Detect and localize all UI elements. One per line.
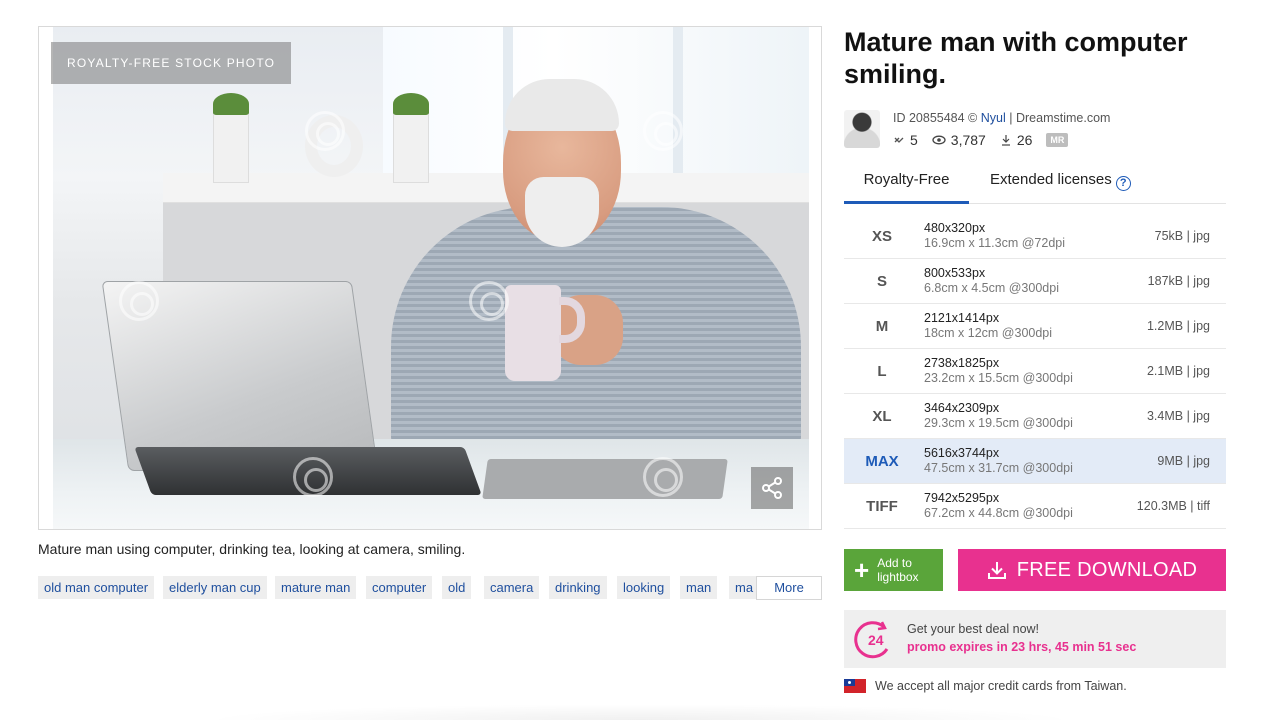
download-icon <box>987 562 1006 579</box>
watermark-icon <box>469 281 509 321</box>
size-option-row[interactable]: XL 3464x2309px 29.3cm x 19.5cm @300dpi 3… <box>844 394 1226 439</box>
downloads-stat: 26 <box>1000 132 1032 148</box>
size-file-info: 2.1MB | jpg <box>1146 364 1210 378</box>
site-name: | Dreamstime.com <box>1009 111 1111 125</box>
svg-text:24: 24 <box>868 632 884 648</box>
watermark-icon <box>305 111 345 151</box>
size-code: M <box>875 318 889 335</box>
taiwan-flag-icon <box>844 679 866 693</box>
likes-stat: 5 <box>893 132 918 148</box>
promo-countdown: promo expires in 23 hrs, 45 min 51 sec <box>907 640 1137 654</box>
size-option-row[interactable]: M 2121x1414px 18cm x 12cm @300dpi 1.2MB … <box>844 304 1226 349</box>
stock-photo[interactable] <box>53 27 809 529</box>
add-to-lightbox-button[interactable]: + Add to lightbox <box>844 549 943 591</box>
license-tabs: Royalty-Free Extended licenses? <box>844 163 1226 204</box>
watermark-icon <box>643 111 683 151</box>
size-option-row[interactable]: L 2738x1825px 23.2cm x 15.5cm @300dpi 2.… <box>844 349 1226 394</box>
tag-link[interactable]: camera <box>484 576 540 599</box>
watermark-icon <box>643 457 683 497</box>
watermark-icon <box>293 457 333 497</box>
size-code: MAX <box>865 453 899 470</box>
tag-link[interactable]: mature man <box>275 576 357 599</box>
size-option-row[interactable]: TIFF 7942x5295px 67.2cm x 44.8cm @300dpi… <box>844 484 1226 529</box>
size-option-row[interactable]: XS 480x320px 16.9cm x 11.3cm @72dpi 75kB… <box>844 214 1226 259</box>
size-pixels: 480x320px <box>924 221 986 235</box>
tag-link[interactable]: old <box>442 576 472 599</box>
size-code: TIFF <box>866 498 898 515</box>
size-print-dimensions: 47.5cm x 31.7cm @300dpi <box>924 461 1073 475</box>
size-file-info: 187kB | jpg <box>1147 274 1210 288</box>
image-stats: 5 3,787 26 MR <box>893 132 1069 148</box>
size-file-info: 9MB | jpg <box>1157 454 1210 468</box>
size-pixels: 2738x1825px <box>924 356 1000 370</box>
size-code: XS <box>871 228 892 245</box>
payment-note: We accept all major credit cards from Ta… <box>844 679 1127 693</box>
size-print-dimensions: 23.2cm x 15.5cm @300dpi <box>924 371 1073 385</box>
tab-extended-licenses[interactable]: Extended licenses? <box>990 163 1131 204</box>
size-file-info: 1.2MB | jpg <box>1146 319 1210 333</box>
image-meta: ID 20855484 © Nyul | Dreamstime.com <box>893 111 1110 125</box>
photo-frame[interactable]: ROYALTY-FREE STOCK PHOTO <box>38 26 822 530</box>
page-title: Mature man with computer smiling. <box>844 27 1188 89</box>
more-tags-button[interactable]: More <box>756 576 822 600</box>
photo-caption: Mature man using computer, drinking tea,… <box>38 541 466 557</box>
author-link[interactable]: Nyul <box>981 111 1006 125</box>
size-print-dimensions: 16.9cm x 11.3cm @72dpi <box>924 236 1065 250</box>
tag-link[interactable]: old man computer <box>38 576 155 599</box>
size-file-info: 120.3MB | tiff <box>1136 499 1210 513</box>
size-file-info: 3.4MB | jpg <box>1146 409 1210 423</box>
size-pixels: 7942x5295px <box>924 491 1000 505</box>
views-stat: 3,787 <box>932 132 986 148</box>
size-option-row-selected[interactable]: MAX 5616x3744px 47.5cm x 31.7cm @300dpi … <box>844 439 1226 484</box>
size-print-dimensions: 29.3cm x 19.5cm @300dpi <box>924 416 1073 430</box>
tag-link[interactable]: computer <box>366 576 433 599</box>
free-download-button[interactable]: FREE DOWNLOAD <box>958 549 1226 591</box>
size-print-dimensions: 6.8cm x 4.5cm @300dpi <box>924 281 1059 295</box>
likes-icon <box>894 137 904 143</box>
tag-link[interactable]: man <box>680 576 718 599</box>
size-code: XL <box>872 408 892 425</box>
size-pixels: 3464x2309px <box>924 401 1000 415</box>
author-avatar[interactable] <box>844 110 880 148</box>
tag-link[interactable]: looking <box>617 576 671 599</box>
size-pixels: 2121x1414px <box>924 311 1000 325</box>
tag-link[interactable]: elderly man cup <box>163 576 267 599</box>
size-file-info: 75kB | jpg <box>1154 229 1210 243</box>
size-code: L <box>877 363 887 380</box>
promo-24h-icon: 24 <box>854 621 889 659</box>
image-id: ID 20855484 © <box>893 111 978 125</box>
promo-title: Get your best deal now! <box>907 622 1040 636</box>
promo-banner[interactable]: 24 Get your best deal now! promo expires… <box>844 610 1226 668</box>
help-icon[interactable]: ? <box>1115 175 1131 191</box>
share-icon <box>762 477 782 499</box>
size-pixels: 5616x3744px <box>924 446 1000 460</box>
tag-link[interactable]: ma <box>729 576 760 599</box>
tag-link[interactable]: drinking <box>549 576 607 599</box>
size-code: S <box>876 273 887 290</box>
size-option-row[interactable]: S 800x533px 6.8cm x 4.5cm @300dpi 187kB … <box>844 259 1226 304</box>
model-release-badge: MR <box>1046 133 1069 147</box>
eye-icon <box>932 135 946 145</box>
size-options-table: XS 480x320px 16.9cm x 11.3cm @72dpi 75kB… <box>844 214 1226 529</box>
watermark-icon <box>119 281 159 321</box>
size-print-dimensions: 67.2cm x 44.8cm @300dpi <box>924 506 1073 520</box>
size-pixels: 800x533px <box>924 266 986 280</box>
royalty-free-badge: ROYALTY-FREE STOCK PHOTO <box>51 42 292 84</box>
tab-royalty-free[interactable]: Royalty-Free <box>844 163 969 204</box>
download-count-icon <box>1001 135 1010 146</box>
size-print-dimensions: 18cm x 12cm @300dpi <box>924 326 1053 340</box>
plus-icon: + <box>854 555 870 585</box>
share-button[interactable] <box>751 467 793 509</box>
tag-list: old man computer elderly man cup mature … <box>38 576 822 600</box>
